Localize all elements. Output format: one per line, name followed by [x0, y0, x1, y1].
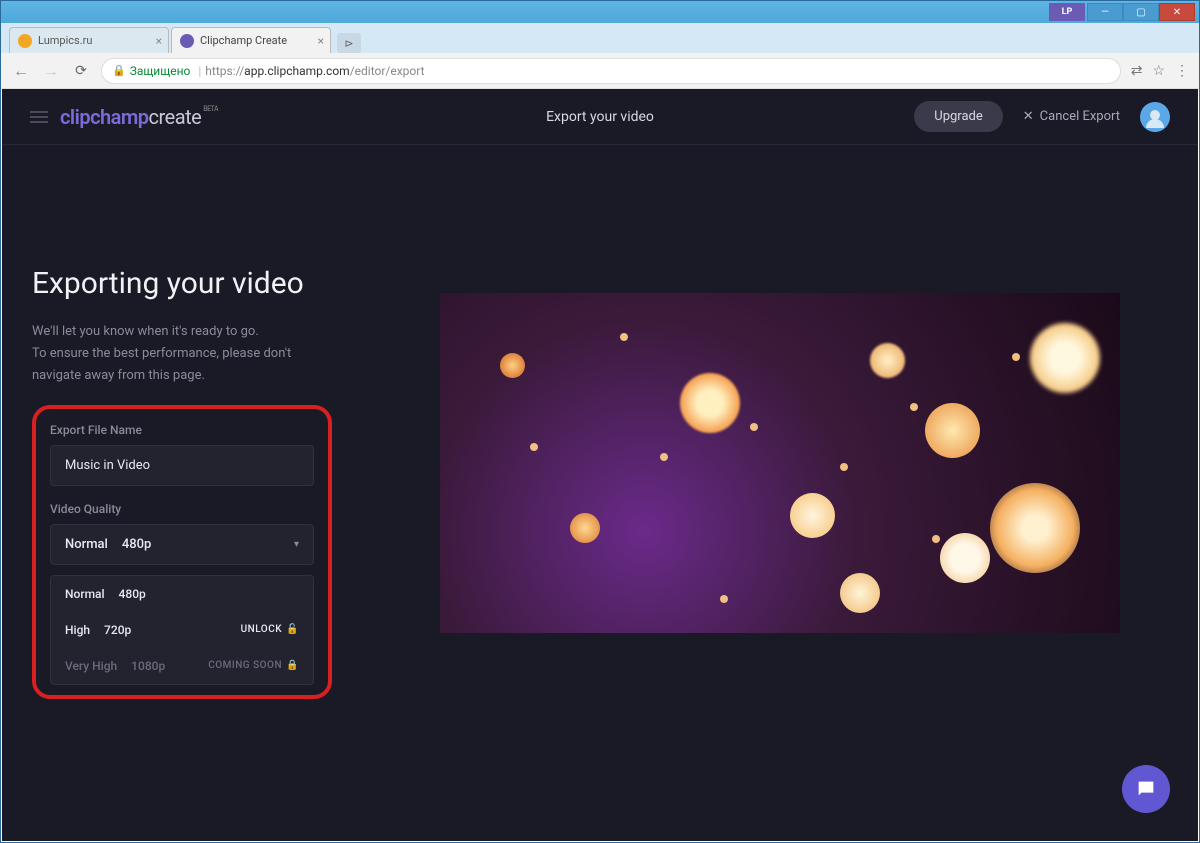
tab-close-icon[interactable]: ×	[156, 34, 162, 48]
upgrade-button[interactable]: Upgrade	[914, 101, 1002, 132]
export-heading: Exporting your video	[32, 265, 332, 303]
favicon-icon	[180, 34, 194, 48]
quality-select[interactable]: Normal 480p ▾	[50, 524, 314, 565]
chevron-down-icon: ▾	[294, 539, 299, 550]
export-settings-highlight: Export File Name Music in Video Video Qu…	[32, 405, 332, 699]
window-minimize-button[interactable]: —	[1087, 3, 1123, 21]
quality-option-high[interactable]: High 720p UNLOCK 🔓	[51, 612, 313, 648]
new-tab-button[interactable]: ⊳	[337, 33, 361, 53]
browser-toolbar: ← → ⟳ 🔒 Защищено | https://app.clipchamp…	[1, 53, 1199, 89]
quality-option-veryhigh[interactable]: Very High 1080p COMING SOON 🔒	[51, 648, 313, 684]
export-panel: Exporting your video We'll let you know …	[2, 145, 362, 841]
lock-icon: 🔒	[286, 660, 299, 671]
export-subtext: We'll let you know when it's ready to go…	[32, 321, 322, 387]
filename-label: Export File Name	[50, 423, 314, 437]
url-host: app.clipchamp.com	[244, 64, 350, 78]
video-preview	[440, 293, 1120, 633]
quality-label: Video Quality	[50, 502, 314, 516]
forward-button[interactable]: →	[41, 61, 61, 81]
reload-button[interactable]: ⟳	[71, 63, 91, 79]
back-button[interactable]: ←	[11, 61, 31, 81]
cancel-export-button[interactable]: ✕ Cancel Export	[1023, 109, 1120, 124]
quality-option-normal[interactable]: Normal 480p	[51, 576, 313, 612]
avatar[interactable]	[1140, 102, 1170, 132]
padlock-icon: 🔒	[112, 64, 126, 77]
tab-title: Lumpics.ru	[38, 34, 92, 47]
filename-input[interactable]: Music in Video	[50, 445, 314, 486]
translate-icon[interactable]: ⇄	[1131, 63, 1143, 79]
url-path: /editor/export	[350, 64, 425, 78]
bookmark-icon[interactable]: ☆	[1152, 63, 1165, 79]
page-content: clipchampcreateBETA Export your video Up…	[2, 89, 1198, 841]
app-header: clipchampcreateBETA Export your video Up…	[2, 89, 1198, 145]
close-icon: ✕	[1023, 109, 1034, 124]
menu-icon[interactable]: ⋮	[1175, 63, 1189, 79]
clipchamp-logo[interactable]: clipchampcreateBETA	[60, 105, 218, 129]
browser-tab-clipchamp[interactable]: Clipchamp Create ×	[171, 27, 331, 53]
coming-soon-badge: COMING SOON 🔒	[208, 660, 299, 671]
chat-icon	[1135, 778, 1157, 800]
hamburger-icon[interactable]	[30, 108, 48, 126]
page-title: Export your video	[546, 109, 654, 125]
favicon-icon	[18, 34, 32, 48]
browser-window: LP — ▢ ✕ Lumpics.ru × Clipchamp Create ×…	[0, 0, 1200, 843]
window-maximize-button[interactable]: ▢	[1123, 3, 1159, 21]
unlock-badge: UNLOCK 🔓	[241, 624, 299, 635]
intercom-chat-button[interactable]	[1122, 765, 1170, 813]
tab-title: Clipchamp Create	[200, 34, 287, 47]
browser-tabstrip: Lumpics.ru × Clipchamp Create × ⊳	[1, 23, 1199, 53]
tab-close-icon[interactable]: ×	[318, 34, 324, 48]
preview-area	[362, 145, 1198, 841]
main-area: Exporting your video We'll let you know …	[2, 145, 1198, 841]
browser-tab-lumpics[interactable]: Lumpics.ru ×	[9, 27, 169, 53]
address-bar[interactable]: 🔒 Защищено | https://app.clipchamp.com/e…	[101, 58, 1121, 84]
window-close-button[interactable]: ✕	[1159, 3, 1195, 21]
quality-dropdown: Normal 480p High 720p UNLOCK 🔓	[50, 575, 314, 685]
window-titlebar: LP — ▢ ✕	[1, 1, 1199, 23]
secure-label: Защищено	[130, 64, 191, 78]
lock-icon: 🔓	[286, 624, 299, 635]
user-badge[interactable]: LP	[1049, 3, 1085, 21]
